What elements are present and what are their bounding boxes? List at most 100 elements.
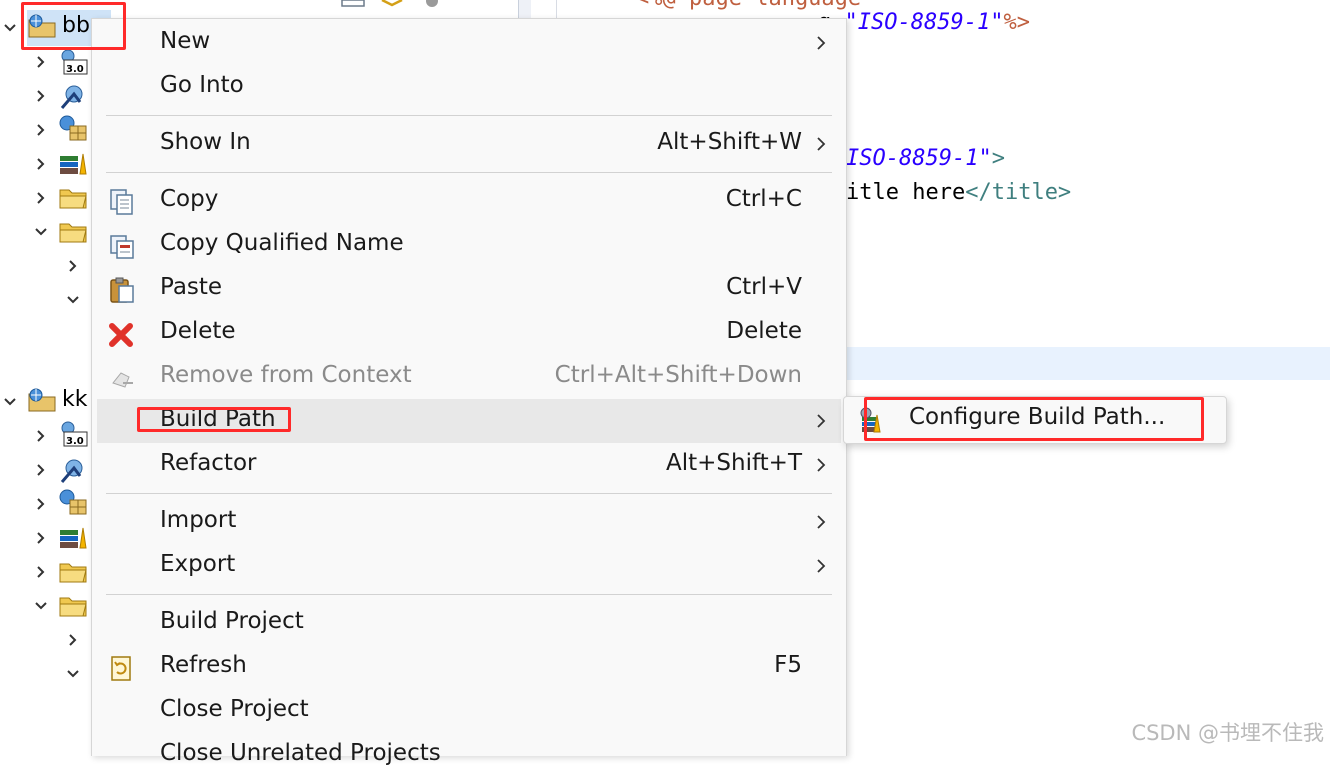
menu-item-refactor[interactable]: Refactor Alt+Shift+T (92, 443, 846, 487)
web-project-icon[interactable] (27, 386, 57, 414)
project-label-bb[interactable]: bb (62, 13, 90, 38)
menu-item-shortcut: Ctrl+C (725, 186, 802, 212)
project-explorer-tree: bb 3.0 kk 3.0 (0, 0, 111, 755)
menu-item-close-unrelated-projects[interactable]: Close Unrelated Projects (92, 733, 846, 777)
menu-item-build-project[interactable]: Build Project (92, 601, 846, 645)
menu-item-shortcut: Alt+Shift+T (665, 450, 802, 476)
code-line-3: itle here</title> (846, 180, 1071, 205)
menu-item-label: Close Unrelated Projects (160, 740, 441, 766)
chevron-right-icon[interactable] (63, 256, 83, 276)
web-project-icon[interactable] (27, 12, 57, 40)
menu-item-label: Copy (160, 186, 219, 212)
menu-item-label: Paste (160, 274, 223, 300)
chevron-down-icon[interactable] (31, 222, 51, 242)
code-line-2: ISO-8859-1"> (846, 146, 1005, 171)
remove-from-context-icon (112, 372, 133, 388)
submenu-arrow-icon (817, 414, 826, 428)
menu-item-new[interactable]: New (92, 21, 846, 65)
chevron-down-icon[interactable] (63, 664, 83, 684)
menu-item-label: Build Path (160, 406, 276, 432)
copy-icon (110, 189, 133, 215)
menu-item-build-path[interactable]: Build Path (97, 399, 841, 443)
copy-qualified-name-icon (110, 235, 134, 259)
chevron-right-icon[interactable] (63, 630, 83, 650)
submenu-arrow-icon (817, 515, 826, 529)
editor-sash[interactable] (518, 0, 531, 20)
code-close: %> (1003, 10, 1030, 35)
java-resources-icon[interactable] (58, 524, 88, 552)
menu-item-label: Import (160, 507, 237, 533)
menu-item-label: New (160, 28, 211, 54)
menu-item-go-into[interactable]: Go Into (92, 65, 846, 109)
code-string: ISO-8859-1" (846, 146, 992, 171)
menu-item-label: Close Project (160, 696, 309, 722)
svg-text:3.0: 3.0 (66, 64, 84, 75)
paste-icon (110, 277, 134, 303)
code-string: "ISO-8859-1" (844, 10, 1004, 35)
code-line-1: g="ISO-8859-1"%> (818, 10, 1030, 35)
chevron-right-icon[interactable] (31, 528, 51, 548)
deployment-descriptor-icon[interactable] (58, 114, 88, 142)
java-resources-icon[interactable] (58, 150, 88, 178)
menu-item-label: Refactor (160, 450, 257, 476)
chevron-down-icon[interactable] (0, 18, 20, 38)
submenu-arrow-icon (817, 137, 826, 151)
chevron-right-icon[interactable] (31, 188, 51, 208)
chevron-right-icon[interactable] (31, 494, 51, 514)
menu-item-remove-from-context: Remove from Context Ctrl+Alt+Shift+Down (92, 355, 846, 399)
menu-item-label: Export (160, 551, 236, 577)
folder-open-icon[interactable] (58, 592, 88, 620)
menu-item-label: Build Project (160, 608, 304, 634)
menu-item-label: Delete (160, 318, 236, 344)
chevron-right-icon[interactable] (31, 562, 51, 582)
folder-icon[interactable] (58, 558, 88, 586)
menu-item-label: Show In (160, 129, 251, 155)
current-line-highlight (846, 347, 1330, 380)
menu-item-refresh[interactable]: Refresh F5 (92, 645, 846, 689)
menu-item-show-in[interactable]: Show In Alt+Shift+W (92, 122, 846, 166)
folder-icon[interactable] (58, 184, 88, 212)
menu-item-copy-qualified-name[interactable]: Copy Qualified Name (92, 223, 846, 267)
context-menu: New Go Into Show In Alt+Shift+W Copy Ctr… (91, 18, 847, 766)
menu-item-shortcut: Delete (726, 318, 802, 344)
menu-item-copy[interactable]: Copy Ctrl+C (92, 179, 846, 223)
menu-item-paste[interactable]: Paste Ctrl+V (92, 267, 846, 311)
chevron-right-icon[interactable] (31, 426, 51, 446)
configure-build-path-icon (860, 407, 881, 433)
editor-ruler (556, 0, 557, 20)
chevron-right-icon[interactable] (31, 86, 51, 106)
chevron-down-icon[interactable] (31, 596, 51, 616)
project-facet-3.0-icon[interactable]: 3.0 (58, 48, 88, 76)
project-label-kk[interactable]: kk (62, 387, 87, 412)
menu-item-close-project[interactable]: Close Project (92, 689, 846, 733)
delete-icon (109, 323, 133, 347)
menu-item-shortcut: Alt+Shift+W (657, 129, 802, 155)
code-tag: </title> (965, 180, 1072, 205)
jax-ws-icon[interactable] (58, 456, 88, 484)
menu-item-export[interactable]: Export (92, 544, 846, 588)
menu-separator (106, 594, 832, 595)
build-path-submenu: Configure Build Path... (843, 396, 1227, 444)
menu-item-shortcut: Ctrl+Alt+Shift+Down (554, 362, 802, 388)
menu-item-delete[interactable]: Delete Delete (92, 311, 846, 355)
chevron-down-icon[interactable] (0, 392, 20, 412)
chevron-right-icon[interactable] (31, 120, 51, 140)
chevron-right-icon[interactable] (31, 460, 51, 480)
submenu-arrow-icon (817, 36, 826, 50)
jax-ws-icon[interactable] (58, 82, 88, 110)
menu-item-configure-build-path[interactable]: Configure Build Path... (909, 404, 1165, 430)
deployment-descriptor-icon[interactable] (58, 488, 88, 516)
folder-open-icon[interactable] (58, 218, 88, 246)
project-facet-3.0-icon[interactable]: 3.0 (58, 420, 88, 448)
submenu-arrow-icon (817, 559, 826, 573)
menu-item-shortcut: Ctrl+V (726, 274, 802, 300)
chevron-right-icon[interactable] (31, 154, 51, 174)
code-close: > (991, 146, 1005, 171)
submenu-arrow-icon (817, 458, 826, 472)
menu-item-import[interactable]: Import (92, 500, 846, 544)
view-toolbar-icons[interactable] (340, 0, 450, 8)
menu-item-label: Refresh (160, 652, 247, 678)
menu-separator (106, 172, 832, 173)
chevron-down-icon[interactable] (63, 290, 83, 310)
chevron-right-icon[interactable] (31, 52, 51, 72)
